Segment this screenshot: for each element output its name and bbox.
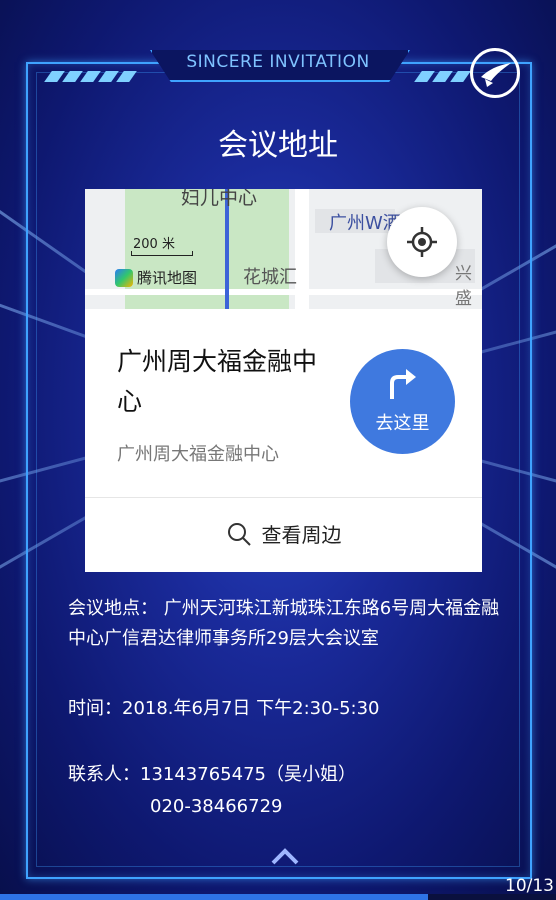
place-subtitle: 广州周大福金融中心 [117, 444, 279, 465]
page-indicator: 10/13 [505, 876, 554, 896]
locate-button[interactable] [387, 207, 457, 277]
stripe-decoration-left [44, 71, 137, 82]
location-text: 会议地点： 广州天河珠江新城珠江东路6号周大福金融中心广信君达律师事务所29层大… [68, 598, 500, 649]
view-nearby-label: 查看周边 [261, 523, 342, 547]
place-name: 广州周大福金融中心 [117, 347, 318, 416]
logo-icon [470, 48, 520, 98]
chevron-up-icon[interactable] [270, 845, 300, 865]
divider [85, 497, 482, 498]
navigate-label: 去这里 [375, 413, 430, 434]
search-icon [227, 522, 251, 546]
turn-right-icon [390, 369, 416, 399]
contact-text: 联系人：13143765475（吴小姐） [68, 764, 356, 785]
stripe-decoration-right [414, 71, 471, 82]
page-title: 会议地址 [218, 128, 338, 163]
map-scale-bar [131, 251, 193, 256]
page-progress [0, 894, 556, 900]
navigate-button[interactable]: 去这里 [350, 349, 455, 454]
tencent-map-logo-icon [115, 268, 133, 287]
map-card[interactable]: 妇儿中心 广州W酒 花城汇 兴盛 200 米 腾讯地图 广州周大福金融中心 广州… [85, 189, 482, 572]
map-label: 妇儿中心 [181, 189, 258, 209]
map-scale-label: 200 米 [133, 237, 175, 252]
map-provider-label: 腾讯地图 [137, 269, 198, 287]
page-progress-fill [0, 894, 429, 900]
view-nearby-button[interactable]: 查看周边 [85, 519, 482, 548]
map-label: 兴盛 [455, 264, 472, 309]
map-provider: 腾讯地图 [115, 267, 197, 288]
phone-text: 020-38466729 [150, 796, 283, 817]
map-label: 花城汇 [243, 267, 297, 288]
map-road [85, 289, 482, 295]
time-text: 时间：2018.年6月7日 下午2:30-5:30 [68, 698, 380, 719]
locate-icon [407, 227, 437, 257]
map-view[interactable]: 妇儿中心 广州W酒 花城汇 兴盛 200 米 腾讯地图 [85, 189, 482, 309]
